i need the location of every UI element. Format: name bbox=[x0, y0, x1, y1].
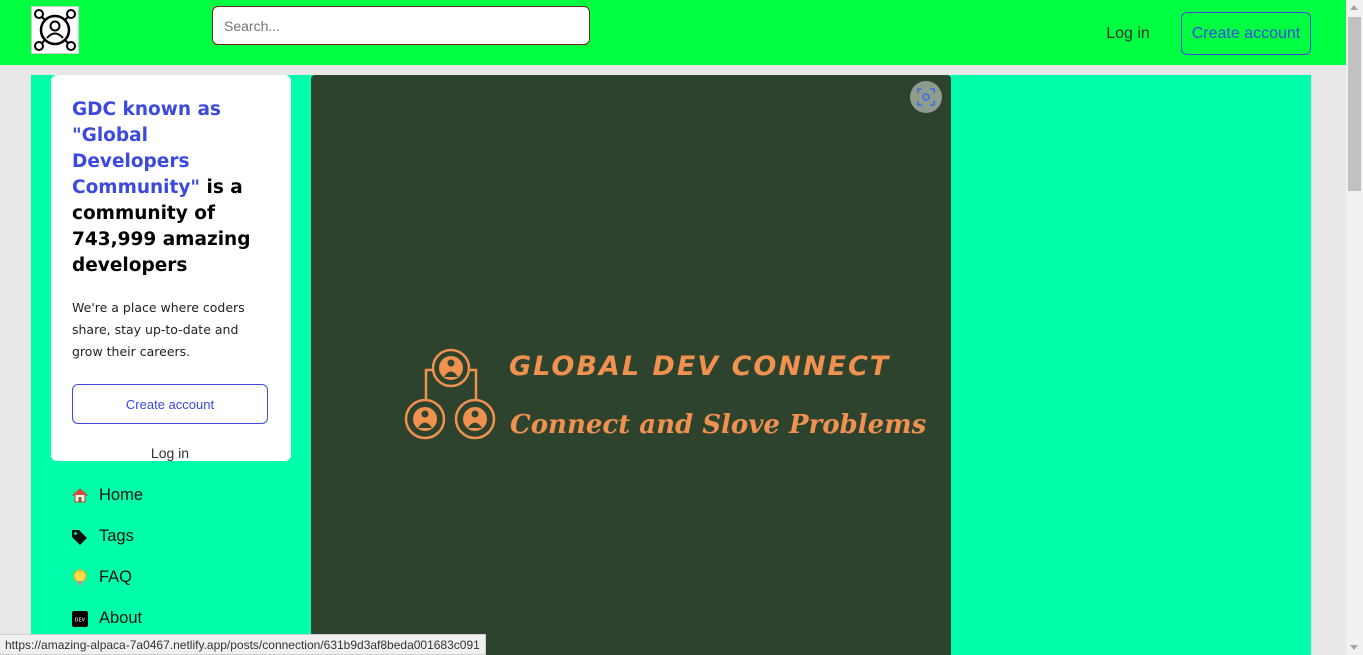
banner-title: GLOBAL DEV CONNECT bbox=[509, 351, 891, 382]
focus-mode-button[interactable] bbox=[910, 81, 942, 113]
sidebar-item-label: Tags bbox=[99, 527, 134, 545]
intro-title: GDC known as "Global Developers Communit… bbox=[72, 97, 270, 279]
dev-badge-icon: DEV bbox=[71, 610, 89, 628]
intro-title-highlight[interactable]: GDC known as "Global Developers Communit… bbox=[72, 99, 221, 198]
intro-card: GDC known as "Global Developers Communit… bbox=[51, 75, 291, 461]
create-account-button[interactable]: Create account bbox=[1181, 12, 1311, 55]
house-icon bbox=[71, 487, 89, 505]
link-status-bar: https://amazing-alpaca-7a0467.netlify.ap… bbox=[0, 634, 486, 655]
sidebar-item-faq[interactable]: FAQ bbox=[71, 557, 291, 598]
connected-people-logo-icon bbox=[404, 348, 496, 440]
intro-description: We're a place where coders share, stay u… bbox=[72, 300, 245, 359]
sidebar-item-label: FAQ bbox=[99, 568, 133, 586]
sidebar-item-about[interactable]: DEV About bbox=[71, 598, 291, 639]
banner-subtitle: Connect and Slove Problems bbox=[510, 410, 927, 440]
main-content: GDC known as "Global Developers Communit… bbox=[31, 75, 1311, 655]
sidebar-item-label: Home bbox=[99, 486, 144, 504]
login-link[interactable]: Log in bbox=[1094, 17, 1162, 51]
focus-icon bbox=[917, 88, 935, 106]
site-logo[interactable] bbox=[31, 6, 79, 54]
svg-text:DEV: DEV bbox=[75, 617, 86, 623]
card-login-link[interactable]: Log in bbox=[72, 434, 268, 472]
scroll-up-arrow-icon[interactable] bbox=[1350, 5, 1358, 10]
post-banner-image[interactable]: GLOBAL DEV CONNECT Connect and Slove Pro… bbox=[311, 75, 951, 655]
sidebar-item-tags[interactable]: Tags bbox=[71, 516, 291, 557]
network-people-icon bbox=[34, 9, 76, 51]
sidebar-nav: Home Tags FAQ DEV About bbox=[71, 475, 291, 639]
scroll-down-arrow-icon[interactable] bbox=[1350, 645, 1358, 650]
card-create-account-button[interactable]: Create account bbox=[72, 384, 268, 424]
search-input[interactable] bbox=[212, 6, 590, 45]
sidebar-item-label: About bbox=[99, 609, 143, 627]
scrollbar-thumb[interactable] bbox=[1348, 17, 1361, 191]
tag-icon bbox=[71, 528, 89, 546]
lightbulb-icon bbox=[71, 569, 89, 587]
sidebar-item-home[interactable]: Home bbox=[71, 475, 291, 516]
top-navbar: Log in Create account bbox=[0, 0, 1346, 65]
